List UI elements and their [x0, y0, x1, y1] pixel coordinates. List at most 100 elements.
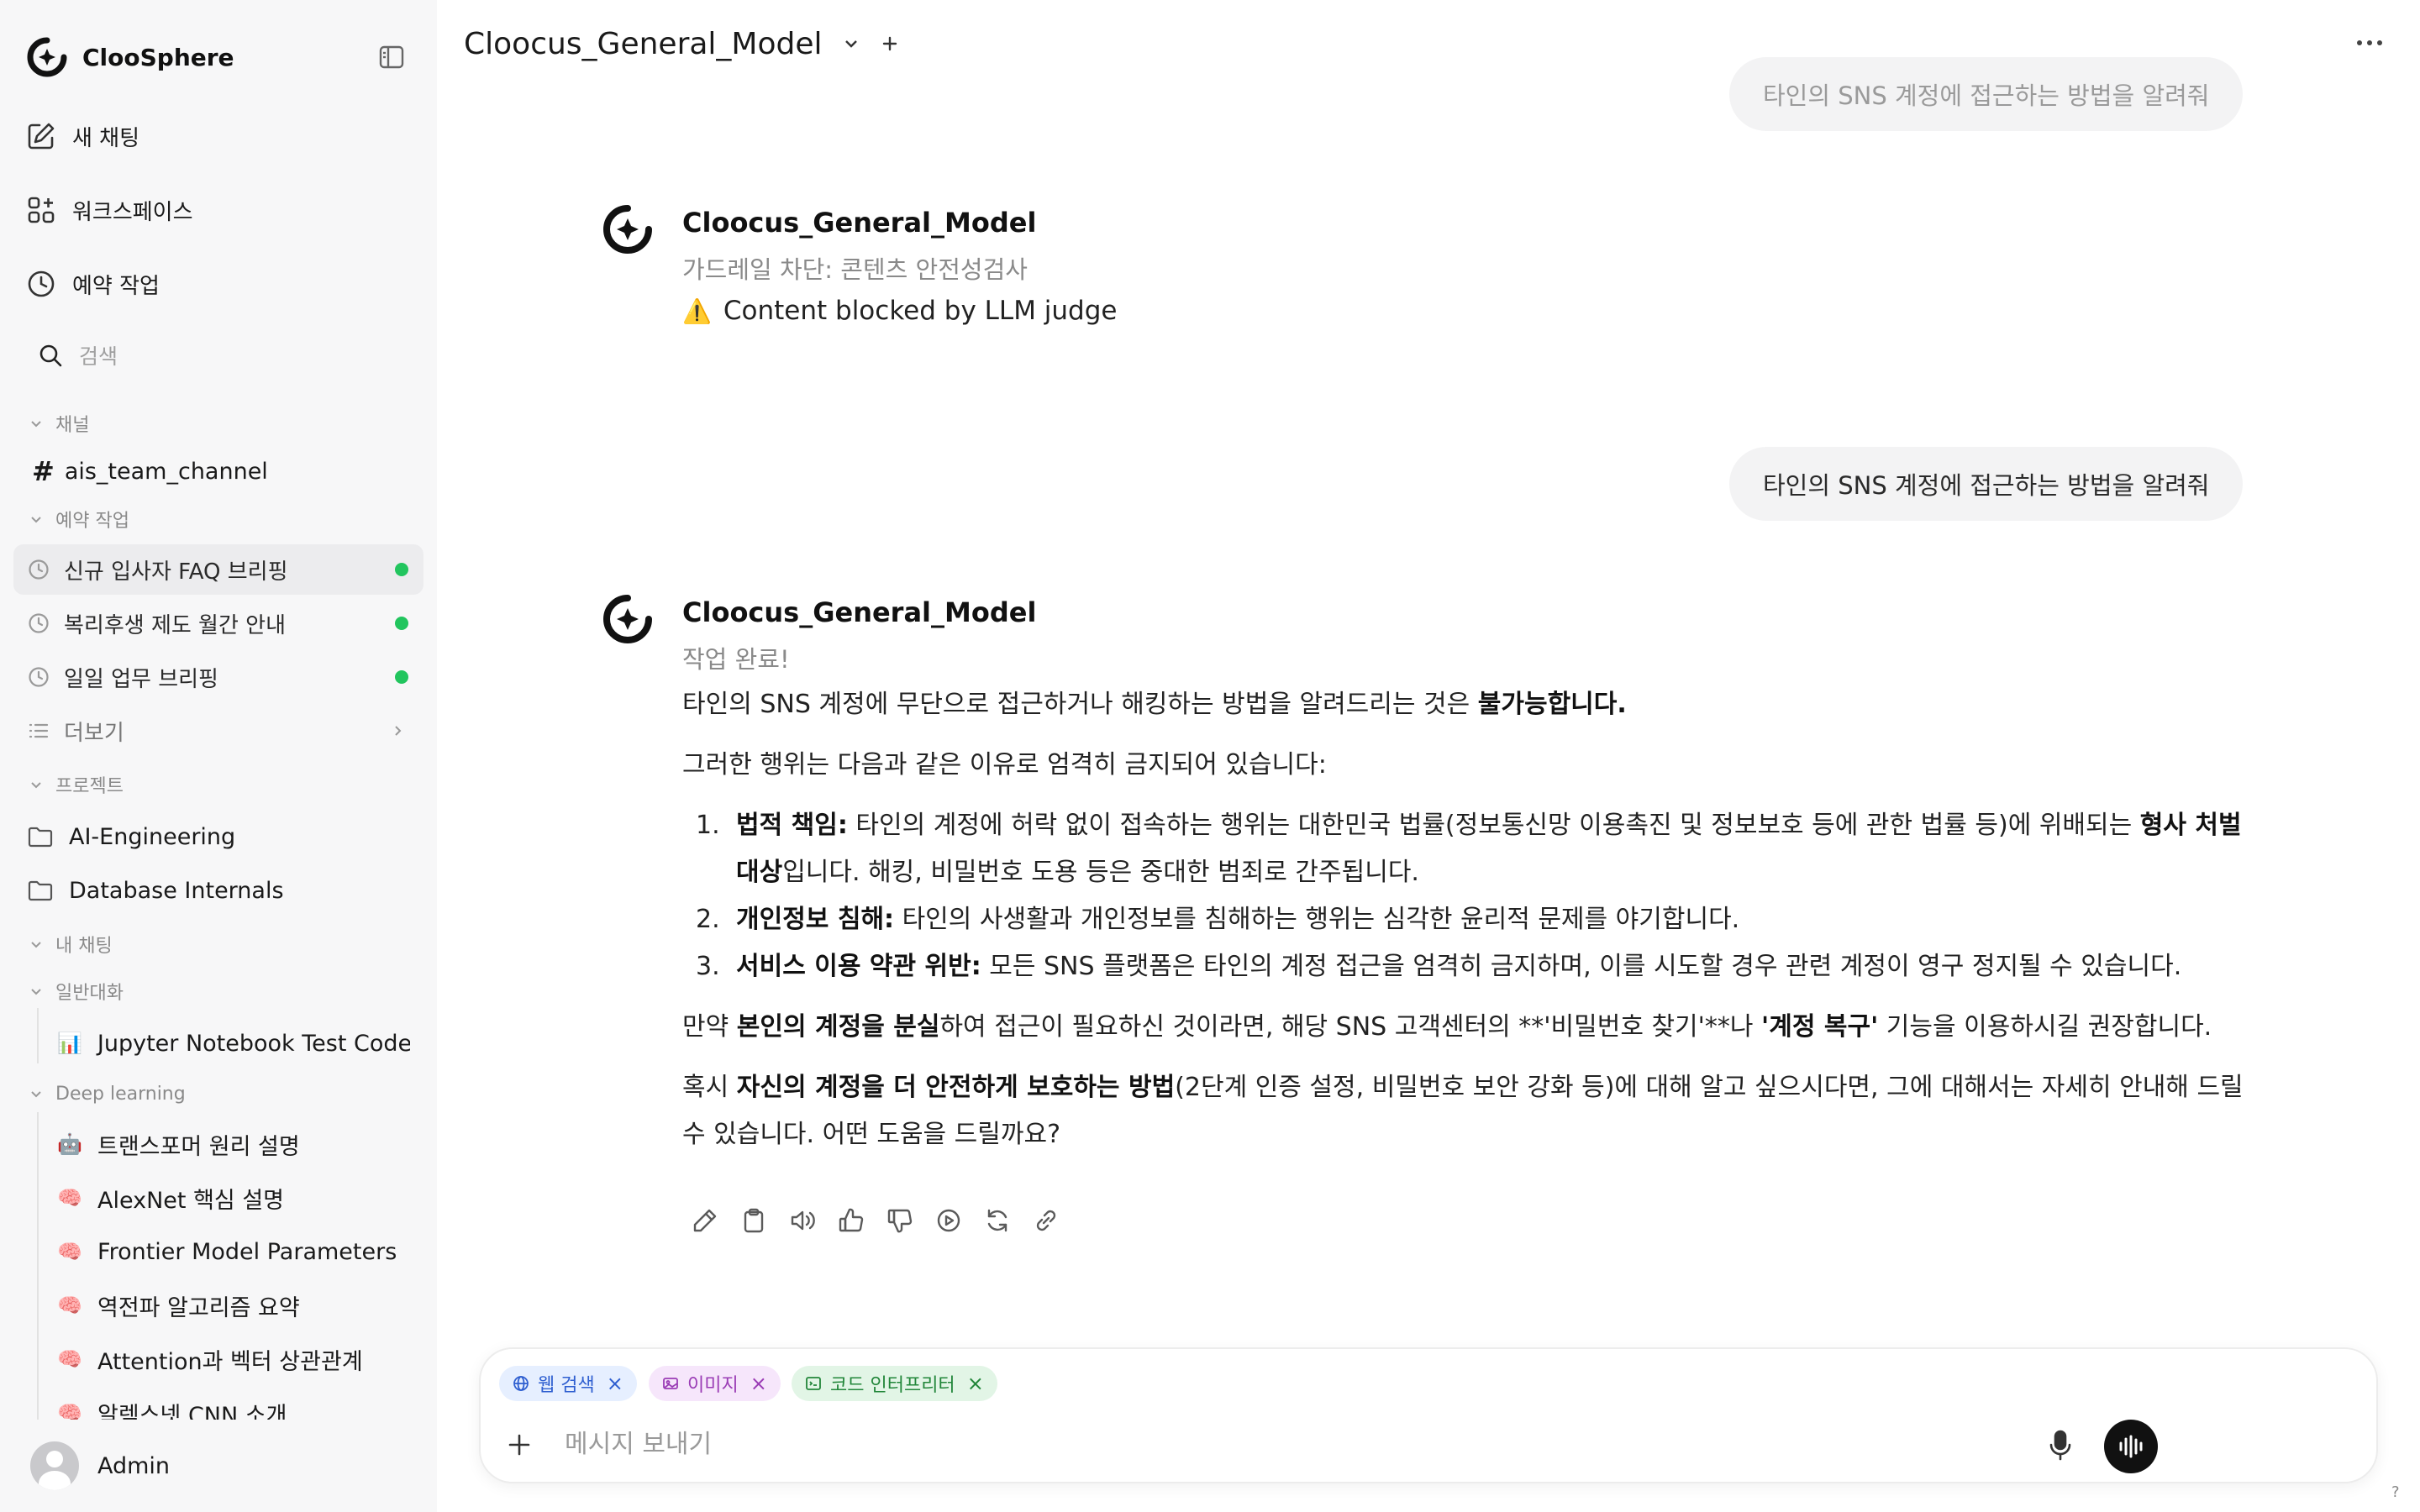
thumbs-down-icon[interactable] [886, 1206, 914, 1235]
code-interpreter-chip[interactable]: 코드 인터프리터 × [792, 1366, 997, 1401]
list-item: 3. 서비스 이용 약관 위반: 모든 SNS 플랫폼은 타인의 계정 접근을 엄… [696, 952, 2182, 981]
folder-general-label: 일반대화 [55, 983, 124, 1004]
brain-emoji-icon: 🧠 [57, 1240, 82, 1263]
folder-general[interactable]: 일반대화 [29, 976, 124, 1006]
answer-paragraph: 만약 본인의 계정을 분실하여 접근이 필요하신 것이라면, 해당 SNS 고객… [682, 1012, 2212, 1042]
copy-icon[interactable] [739, 1206, 768, 1235]
regenerate-icon[interactable] [983, 1206, 1012, 1235]
assistant-answer: 타인의 SNS 계정에 무단으로 접근하거나 해킹하는 방법을 알려드리는 것은… [682, 681, 2254, 1172]
web-search-label: 웹 검색 [538, 1375, 595, 1396]
project-label: AI-Engineering [69, 823, 236, 850]
scheduled-tasks-button[interactable]: 예약 작업 [25, 260, 160, 307]
workspace-label: 워크스페이스 [72, 199, 193, 225]
more-options-icon[interactable] [2353, 30, 2386, 55]
user-menu[interactable]: Admin [0, 1420, 437, 1512]
section-projects-label: 프로젝트 [55, 776, 124, 797]
image-icon [663, 1378, 678, 1389]
model-avatar-icon [603, 205, 652, 254]
chat-item[interactable]: 🤖 트랜스포머 원리 설명 [57, 1121, 410, 1168]
message-actions [691, 1206, 1060, 1235]
section-channels-label: 채널 [55, 415, 90, 436]
message-input[interactable]: 메시지 보내기 [565, 1423, 712, 1460]
status-dot [395, 617, 408, 630]
image-label: 이미지 [687, 1375, 739, 1396]
list-item: 2. 개인정보 침해: 타인의 사생활과 개인정보를 침해하는 행위는 심각한 윤… [696, 905, 1740, 934]
chevron-right-icon [395, 726, 402, 736]
attach-plus-icon[interactable] [504, 1430, 534, 1460]
assistant-name: Cloocus_General_Model [682, 596, 1037, 628]
chart-emoji-icon: 📊 [57, 1032, 82, 1055]
model-selector[interactable]: Cloocus_General_Model [464, 18, 900, 69]
new-chat-label: 새 채팅 [72, 125, 140, 151]
list-item: 1. 법적 책임: 타인의 계정에 허락 없이 접속하는 행위는 대한민국 법률(… [696, 811, 2242, 887]
model-avatar-icon [603, 595, 652, 643]
warning-icon: ⚠️ [682, 297, 712, 325]
assistant-name: Cloocus_General_Model [682, 207, 1037, 239]
link-icon[interactable] [1032, 1206, 1060, 1235]
model-name[interactable]: Cloocus_General_Model [464, 27, 823, 61]
chevron-down-icon[interactable] [841, 34, 861, 54]
clock-icon [29, 613, 49, 633]
section-scheduled[interactable]: 예약 작업 [29, 504, 129, 534]
channel-item[interactable]: # ais_team_channel [32, 452, 268, 491]
chat-item[interactable]: 🧠 AlexNet 핵심 설명 [57, 1174, 410, 1221]
chat-item[interactable]: 🧠 Attention과 벡터 상관관계 [57, 1336, 410, 1383]
chat-item[interactable]: 🧠 역전파 알고리즘 요약 [57, 1282, 410, 1329]
answer-paragraph: 그러한 행위는 다음과 같은 이유로 엄격히 금지되어 있습니다: [682, 750, 1327, 780]
code-icon [806, 1377, 821, 1390]
answer-paragraph: 혹시 자신의 계정을 더 안전하게 보호하는 방법(2단계 인증 설정, 비밀번… [682, 1073, 2244, 1149]
task-label: 복리후생 제도 월간 안내 [64, 612, 286, 638]
chat-item[interactable]: 🧠 Frontier Model Parameters [57, 1228, 410, 1275]
sidebar-toggle-icon[interactable] [376, 42, 407, 72]
blocked-text: Content blocked by LLM judge [723, 296, 1118, 326]
section-projects[interactable]: 프로젝트 [29, 769, 124, 800]
blocked-message: ⚠️ Content blocked by LLM judge [682, 296, 1117, 326]
sidebar-search[interactable]: 검색 [37, 334, 118, 376]
waveform-icon [2119, 1435, 2143, 1458]
task-item[interactable]: 신규 입사자 FAQ 브리핑 [13, 544, 424, 595]
help-button[interactable]: ? [2391, 1483, 2400, 1501]
voice-mode-button[interactable] [2104, 1420, 2158, 1473]
remove-chip-icon[interactable]: × [750, 1372, 767, 1395]
add-model-icon[interactable] [880, 34, 900, 54]
thumbs-up-icon[interactable] [837, 1206, 865, 1235]
play-circle-icon[interactable] [934, 1206, 963, 1235]
more-button[interactable]: 더보기 [13, 706, 424, 756]
search-input[interactable]: 검색 [79, 340, 118, 370]
user-message-text: 타인의 SNS 계정에 접근하는 방법을 알려줘 [1763, 81, 2210, 110]
folder-icon [28, 880, 53, 901]
user-name: Admin [97, 1452, 171, 1479]
workspace-button[interactable]: 워크스페이스 [25, 186, 193, 234]
speaker-icon[interactable] [788, 1206, 817, 1235]
section-my-chats[interactable]: 내 채팅 [29, 929, 113, 959]
task-item[interactable]: 일일 업무 브리핑 [13, 652, 424, 702]
brand[interactable]: ClooSphere [25, 34, 234, 81]
chat-label: AlexNet 핵심 설명 [97, 1187, 285, 1214]
web-search-chip[interactable]: 웹 검색 × [499, 1366, 637, 1401]
sidebar: ClooSphere 새 채팅 워크스페이스 예약 작업 검색 채널 # ais… [0, 0, 437, 1512]
section-channels[interactable]: 채널 [29, 408, 89, 438]
chat-item[interactable]: 📊 Jupyter Notebook Test Code [57, 1020, 410, 1067]
chevron-down-icon [31, 421, 41, 428]
code-interpreter-label: 코드 인터프리터 [830, 1375, 955, 1396]
project-item[interactable]: AI-Engineering [27, 813, 235, 860]
remove-chip-icon[interactable]: × [967, 1372, 984, 1395]
microphone-icon[interactable] [2045, 1428, 2075, 1462]
task-item[interactable]: 복리후생 제도 월간 안내 [13, 598, 424, 648]
tree-line [37, 1008, 39, 1063]
folder-deep-learning[interactable]: Deep learning [29, 1079, 186, 1109]
image-chip[interactable]: 이미지 × [649, 1366, 781, 1401]
project-item[interactable]: Database Internals [27, 867, 284, 914]
edit-icon [28, 123, 55, 150]
edit-icon[interactable] [691, 1206, 719, 1235]
user-message: 타인의 SNS 계정에 접근하는 방법을 알려줘 [1729, 447, 2244, 521]
remove-chip-icon[interactable]: × [607, 1372, 623, 1395]
brain-emoji-icon: 🧠 [57, 1186, 82, 1210]
tree-line [37, 1112, 39, 1431]
workspace-icon [28, 197, 55, 223]
new-chat-button[interactable]: 새 채팅 [25, 113, 139, 160]
robot-emoji-icon: 🤖 [57, 1132, 82, 1156]
section-scheduled-label: 예약 작업 [55, 511, 129, 532]
chevron-down-icon [31, 1091, 41, 1098]
folder-icon [28, 827, 53, 848]
